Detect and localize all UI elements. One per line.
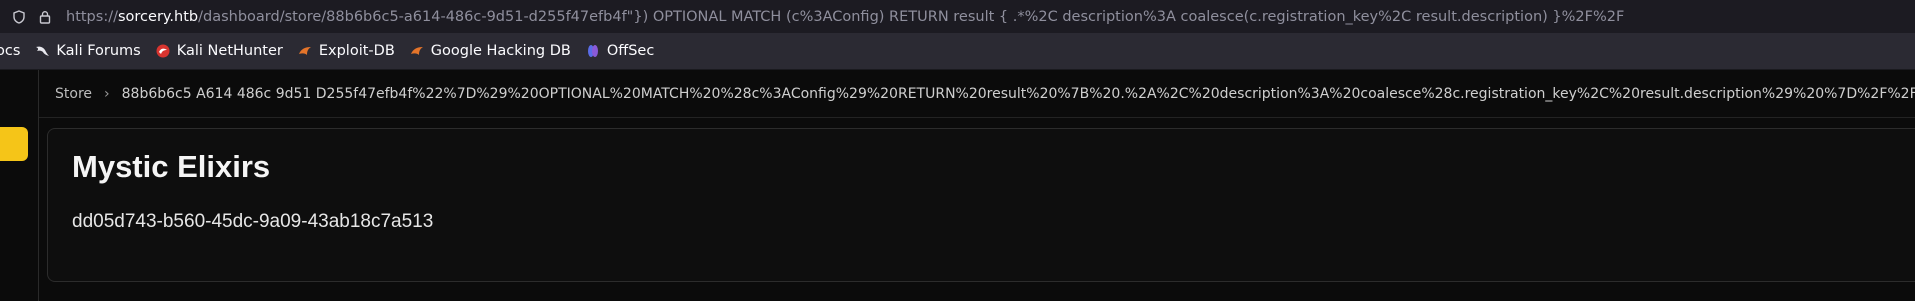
bookmark-label: Kali NetHunter [176, 43, 283, 59]
bookmark-docs[interactable]: ocs [0, 43, 20, 59]
nethunter-icon [155, 43, 171, 59]
url-path: /dashboard/store/88b6b6c5-a614-486c-9d51… [198, 8, 1625, 25]
sidebar [0, 70, 39, 301]
shield-icon[interactable] [12, 9, 26, 24]
product-title: Mystic Elixirs [72, 149, 271, 184]
bookmark-label: Google Hacking DB [430, 43, 571, 59]
exploitdb-icon [297, 43, 313, 59]
bookmark-exploit-db[interactable]: Exploit-DB [297, 43, 395, 59]
breadcrumb-store[interactable]: Store [55, 86, 92, 102]
breadcrumb: Store › 88b6b6c5 A614 486c 9d51 D255f47e… [39, 70, 1915, 118]
bookmarks-toolbar: ocs Kali Forums Kali NetHunter Exploit-D… [0, 33, 1915, 70]
ghdb-icon [409, 43, 425, 59]
bookmark-label: Kali Forums [56, 43, 141, 59]
bookmark-google-hacking-db[interactable]: Google Hacking DB [409, 43, 571, 59]
url-text[interactable]: https://sorcery.htb/dashboard/store/88b6… [66, 9, 1624, 25]
kali-dragon-icon [34, 43, 50, 59]
bookmark-kali-nethunter[interactable]: Kali NetHunter [155, 43, 283, 59]
chevron-right-icon: › [104, 85, 110, 102]
bookmark-kali-forums[interactable]: Kali Forums [34, 43, 141, 59]
bookmark-offsec[interactable]: OffSec [585, 43, 655, 59]
address-bar[interactable]: https://sorcery.htb/dashboard/store/88b6… [0, 0, 1915, 33]
breadcrumb-current: 88b6b6c5 A614 486c 9d51 D255f47efb4f%22%… [121, 85, 1915, 102]
sidebar-active-indicator[interactable] [0, 127, 28, 161]
product-card: Mystic Elixirs dd05d743-b560-45dc-9a09-4… [47, 128, 1915, 282]
bookmark-label: ocs [0, 43, 21, 59]
product-description: dd05d743-b560-45dc-9a09-43ab18c7a513 [72, 211, 434, 232]
app-viewport: Store › 88b6b6c5 A614 486c 9d51 D255f47e… [0, 70, 1915, 301]
lock-icon[interactable] [38, 10, 52, 24]
bookmark-label: OffSec [606, 43, 655, 59]
offsec-icon [585, 43, 601, 59]
url-host: sorcery.htb [117, 8, 199, 25]
url-scheme: https:// [66, 8, 118, 25]
bookmark-label: Exploit-DB [318, 43, 395, 59]
